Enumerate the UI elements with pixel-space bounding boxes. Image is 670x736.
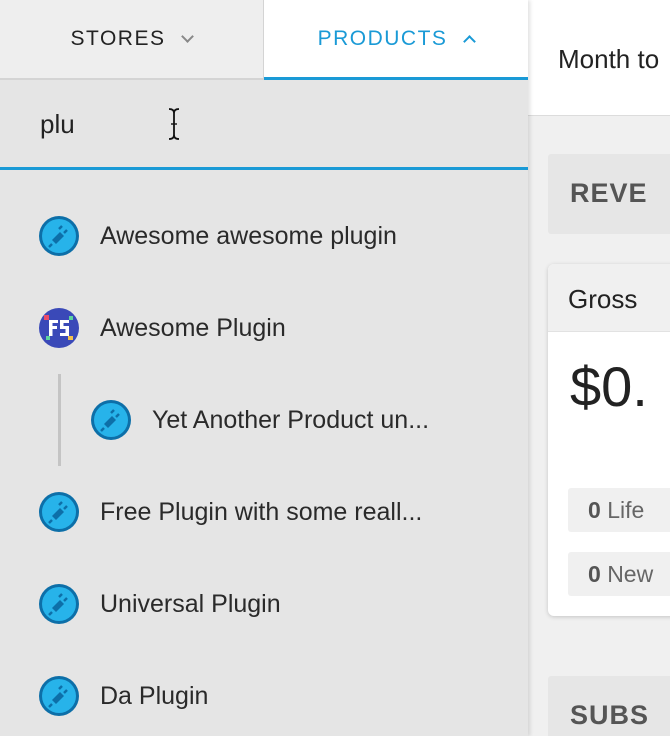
tab-stores-label: STORES — [70, 27, 166, 50]
product-item[interactable]: Awesome Plugin — [0, 298, 528, 358]
plug-icon — [39, 216, 79, 256]
tab-products[interactable]: PRODUCTS — [264, 0, 528, 80]
picker-tabs: STORES PRODUCTS — [0, 0, 528, 80]
product-item-label: Da Plugin — [100, 682, 209, 710]
plug-icon — [39, 492, 79, 532]
tab-products-label: PRODUCTS — [317, 26, 448, 50]
chevron-down-icon — [181, 29, 195, 43]
new-stat: 0 New — [568, 552, 670, 596]
dashboard-background: Month to REVE Gross $0. 0 Life 0 New SUB… — [528, 0, 670, 736]
product-item-label: Awesome awesome plugin — [100, 222, 397, 250]
freemius-logo-icon — [39, 308, 79, 348]
gross-revenue-card: Gross $0. 0 Life 0 New — [548, 264, 670, 616]
product-item[interactable]: Da Plugin — [0, 666, 528, 726]
product-picker-panel: STORES PRODUCTS Awesome awesome plugin — [0, 0, 528, 736]
dashboard-topbar: Month to — [528, 0, 670, 116]
plug-icon — [91, 400, 131, 440]
plug-icon — [39, 584, 79, 624]
new-stat-count: 0 — [588, 561, 601, 587]
lifetime-stat-count: 0 — [588, 497, 601, 523]
product-item-label: Free Plugin with some reall... — [100, 498, 423, 526]
product-item-label: Universal Plugin — [100, 590, 281, 618]
lifetime-stat-label: Life — [607, 497, 645, 523]
product-item-child[interactable]: Yet Another Product un... — [0, 390, 528, 450]
product-item-label: Yet Another Product un... — [152, 406, 430, 434]
product-item-label: Awesome Plugin — [100, 314, 286, 342]
gross-card-header: Gross — [548, 264, 670, 332]
product-item[interactable]: Universal Plugin — [0, 574, 528, 634]
text-cursor-icon — [168, 108, 180, 140]
product-search-box — [0, 80, 528, 170]
gross-amount: $0. — [570, 355, 648, 418]
product-search-input[interactable] — [28, 94, 498, 154]
lifetime-stat: 0 Life — [568, 488, 670, 532]
product-item[interactable]: Free Plugin with some reall... — [0, 482, 528, 542]
plug-icon — [39, 676, 79, 716]
gross-card-title: Gross — [568, 284, 638, 314]
tab-stores[interactable]: STORES — [0, 0, 264, 80]
revenue-section-title: REVE — [570, 178, 648, 208]
product-item[interactable]: Awesome awesome plugin — [0, 206, 528, 266]
subscriptions-section-title: SUBS — [570, 700, 650, 730]
new-stat-label: New — [607, 561, 654, 587]
chevron-up-icon — [463, 35, 477, 48]
period-selector[interactable]: Month to — [558, 44, 659, 75]
